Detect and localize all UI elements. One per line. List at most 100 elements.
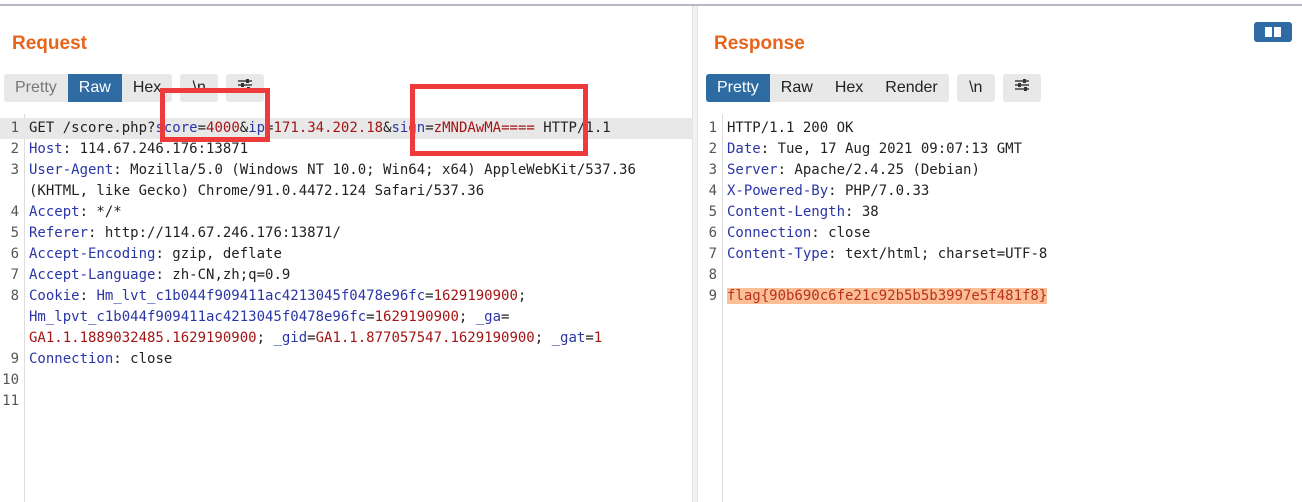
line-number: 3 (708, 162, 717, 178)
line-number: 1 (10, 120, 19, 136)
request-tab-hex[interactable]: Hex (122, 74, 172, 102)
code-text: : gzip, deflate (155, 246, 282, 262)
code-text: = (425, 288, 434, 304)
code-text: = (501, 309, 510, 325)
response-line: 2 Date: Tue, 17 Aug 2021 09:07:13 GMT (698, 139, 1302, 160)
response-pane: Response Pretty Raw Hex Render \n 1 HTTP/… (698, 6, 1302, 502)
line-code: Hm_lpvt_c1b044f909411ac4213045f0478e96fc… (29, 307, 509, 328)
header-key: _gat (551, 330, 586, 346)
code-text: ; (458, 309, 476, 325)
response-line: 3 Server: Apache/2.4.25 (Debian) (698, 160, 1302, 181)
line-number: 7 (10, 267, 19, 283)
response-line: 7 Content-Type: text/html; charset=UTF-8 (698, 244, 1302, 265)
code-text: = (366, 309, 375, 325)
response-tab-pretty[interactable]: Pretty (706, 74, 770, 102)
line-number: 2 (10, 141, 19, 157)
line-code: Connection: close (29, 349, 172, 370)
response-tab-hex[interactable]: Hex (824, 74, 874, 102)
request-tab-raw[interactable]: Raw (67, 74, 122, 102)
header-key: Accept (29, 204, 80, 220)
request-line: GA1.1.1889032485.1629190900; _gid=GA1.1.… (0, 328, 692, 349)
header-key: ip (248, 120, 266, 136)
request-toolbar: Pretty Raw Hex \n (4, 74, 265, 102)
request-tab-pretty[interactable]: Pretty (4, 74, 68, 102)
line-number: 9 (708, 288, 717, 304)
sliders-icon (238, 79, 253, 91)
header-key: Connection (727, 225, 812, 241)
header-key: Host (29, 141, 63, 157)
line-code: flag{90b690c6fe21c92b5b5b3997e5f481f8} (727, 286, 1048, 307)
line-number: 3 (10, 162, 19, 178)
request-line: 9 Connection: close (0, 349, 692, 370)
code-text: : 38 (845, 204, 879, 220)
param-value: zMNDAwMA==== (433, 120, 535, 136)
line-number: 4 (708, 183, 717, 199)
header-key: score (155, 120, 198, 136)
columns-icon (1265, 27, 1281, 37)
code-text: : Apache/2.4.25 (Debian) (777, 162, 980, 178)
flag-text: flag{90b690c6fe21c92b5b5b3997e5f481f8} (727, 288, 1048, 304)
code-text: : PHP/7.0.33 (828, 183, 930, 199)
response-editor[interactable]: 1 HTTP/1.1 200 OK 2 Date: Tue, 17 Aug 2021 … (698, 114, 1302, 502)
request-line: 8 Cookie: Hm_lvt_c1b044f909411ac4213045f0… (0, 286, 692, 307)
line-code: User-Agent: Mozilla/5.0 (Windows NT 10.0… (29, 160, 636, 181)
header-key: Server (727, 162, 778, 178)
code-text: : Tue, 17 Aug 2021 09:07:13 GMT (760, 141, 1023, 157)
code-text: & (383, 120, 392, 136)
line-number: 5 (708, 204, 717, 220)
response-newline-toggle[interactable]: \n (956, 74, 995, 102)
request-title: Request (12, 33, 87, 54)
line-code: Content-Length: 38 (727, 202, 879, 223)
line-code: GA1.1.1889032485.1629190900; _gid=GA1.1.… (29, 328, 602, 349)
header-key: sign (391, 120, 426, 136)
header-key: Content-Type (727, 246, 829, 262)
request-line: 4 Accept: */* (0, 202, 692, 223)
code-text: ; (534, 330, 552, 346)
header-key: Referer (29, 225, 89, 241)
header-key: Cookie (29, 288, 80, 304)
param-value: GA1.1.1889032485.1629190900 (29, 330, 257, 346)
request-line: 5 Referer: http://114.67.246.176:13871/ (0, 223, 692, 244)
request-line: 10 (0, 370, 692, 391)
code-text: GET /score.php? (29, 120, 156, 136)
code-text: & (239, 120, 249, 136)
request-newline-toggle[interactable]: \n (180, 74, 219, 102)
code-text: = (425, 120, 434, 136)
line-number: 1 (708, 120, 717, 136)
line-number: 4 (10, 204, 19, 220)
header-key: User-Agent (29, 162, 114, 178)
header-key: Accept-Language (29, 267, 156, 283)
param-value: 1629190900 (433, 288, 518, 304)
response-settings-button[interactable] (1002, 74, 1041, 102)
layout-toggle-button[interactable] (1254, 22, 1292, 42)
code-text: = (585, 330, 594, 346)
code-text: : */* (79, 204, 122, 220)
code-text: : text/html; charset=UTF-8 (828, 246, 1048, 262)
code-text: (KHTML, like Gecko) Chrome/91.0.4472.124… (29, 183, 485, 199)
request-editor[interactable]: 1 GET /score.php?score=4000&ip=171.34.202… (0, 114, 692, 502)
line-number: 11 (2, 393, 19, 409)
header-key: Date (727, 141, 761, 157)
code-text: : close (811, 225, 871, 241)
line-code: Accept: */* (29, 202, 122, 223)
response-title: Response (714, 33, 805, 54)
line-code: Server: Apache/2.4.25 (Debian) (727, 160, 980, 181)
line-code: Connection: close (727, 223, 870, 244)
response-line: 5 Content-Length: 38 (698, 202, 1302, 223)
line-code: Date: Tue, 17 Aug 2021 09:07:13 GMT (727, 139, 1022, 160)
header-key: Accept-Encoding (29, 246, 156, 262)
response-tab-raw[interactable]: Raw (770, 74, 824, 102)
request-settings-button[interactable] (226, 74, 265, 102)
line-number: 6 (10, 246, 19, 262)
line-number: 2 (708, 141, 717, 157)
response-line: 8 (698, 265, 1302, 286)
request-line: 1 GET /score.php?score=4000&ip=171.34.202… (0, 118, 692, 139)
line-code: GET /score.php?score=4000&ip=171.34.202.… (29, 118, 611, 139)
code-text: = (307, 330, 316, 346)
header-key: Hm_lvt_c1b044f909411ac4213045f0478e96fc (96, 288, 426, 304)
code-text: HTTP/1.1 200 OK (727, 120, 854, 136)
code-text: : Mozilla/5.0 (Windows NT 10.0; Win64; x… (113, 162, 636, 178)
response-line: 1 HTTP/1.1 200 OK (698, 118, 1302, 139)
param-value: 4000 (206, 120, 240, 136)
response-tab-render[interactable]: Render (874, 74, 948, 102)
